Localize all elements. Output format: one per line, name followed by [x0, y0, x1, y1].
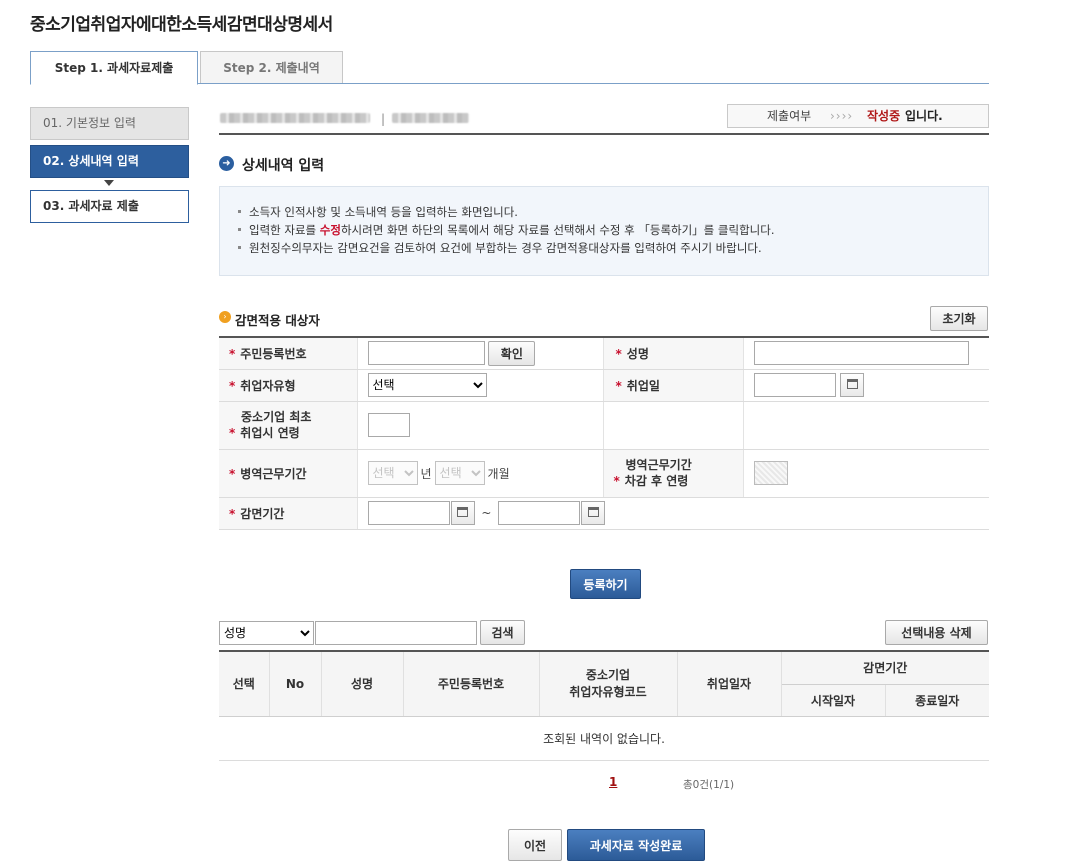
tab-step-1[interactable]: Step 1. 과세자료제출: [30, 51, 198, 85]
reset-button[interactable]: 초기화: [930, 306, 988, 331]
nav-item-basic-info[interactable]: 01. 기본정보 입력: [30, 107, 189, 140]
notice-text: 원천징수의무자는 감면요건을 검토하여 요건에 부합하는 경우 감면적용대상자를…: [249, 241, 762, 255]
info-divider: [219, 133, 989, 135]
emp-type-label: * 취업자유형: [219, 369, 357, 402]
arrow-circle-icon: ›: [219, 311, 231, 323]
emp-type-select[interactable]: 선택: [367, 373, 487, 397]
nav-item-submit[interactable]: 03. 과세자료 제출: [30, 190, 189, 223]
month-unit: 개월: [487, 466, 510, 481]
status-suffix: 입니다.: [905, 109, 943, 123]
empty-message: 조회된 내역이 없습니다.: [219, 716, 989, 761]
emp-date-label: * 취업일: [602, 369, 743, 402]
result-table: 선택 No 성명 주민등록번호 중소기업 취업자유형코드 취업일자 감면기간 시작…: [219, 650, 989, 761]
delete-selected-button[interactable]: 선택내용 삭제: [885, 620, 988, 645]
notice-text: 하시려면 화면 하단의 목록에서 해당 자료를 선택해서 수정 후 「등록하기」…: [340, 223, 775, 237]
info-separator: |: [381, 112, 386, 126]
page-number[interactable]: 1: [609, 775, 617, 789]
search-field-select[interactable]: 성명: [219, 621, 314, 645]
jumin-label: * 주민등록번호: [219, 337, 357, 370]
first-age-input[interactable]: [367, 413, 410, 437]
arrow-circle-icon: ➜: [219, 156, 234, 171]
emp-date-input[interactable]: [753, 373, 836, 397]
col-period: 감면기간: [781, 651, 989, 685]
page-title: 중소기업취업자에대한소득세감면대상명세서: [30, 15, 333, 35]
year-unit: 년: [420, 466, 432, 481]
col-name: 성명: [321, 651, 404, 717]
period-tilde: ~: [481, 506, 492, 520]
jumin-input[interactable]: [367, 341, 485, 366]
nav-item-detail-input[interactable]: 02. 상세내역 입력: [30, 145, 189, 178]
status-value: 작성중: [867, 109, 901, 123]
notice-line: 원천징수의무자는 감면요건을 검토하여 요건에 부합하는 경우 감면적용대상자를…: [238, 240, 988, 258]
col-emp-date: 취업일자: [677, 651, 782, 717]
col-end-date: 종료일자: [885, 684, 989, 717]
calendar-icon[interactable]: [450, 501, 475, 525]
name-label: * 성명: [602, 337, 743, 370]
status-label: 제출여부: [767, 109, 812, 123]
section-title: 상세내역 입력: [242, 158, 325, 174]
prev-button[interactable]: 이전: [508, 829, 562, 861]
military-year-select[interactable]: 선택: [367, 461, 418, 485]
first-age-label: 중소기업 최초 * 취업시 연령: [219, 401, 357, 450]
age-after-label: 병역근무기간 * 차감 후 연령: [602, 449, 743, 498]
register-button[interactable]: 등록하기: [570, 569, 641, 599]
tab-step-2[interactable]: Step 2. 제출내역: [200, 51, 343, 84]
search-input[interactable]: [315, 621, 477, 645]
calendar-icon[interactable]: [581, 501, 606, 525]
complete-button[interactable]: 과세자료 작성완료: [567, 829, 705, 861]
form-table: * 주민등록번호 확인 * 성명 * 취업자유형 선택 * 취업일 중소기업 최초 * 취…: [219, 336, 989, 530]
search-button[interactable]: 검색: [480, 620, 525, 645]
age-after-field: [753, 461, 788, 485]
page-info: 총0건(1/1): [683, 779, 735, 791]
submission-status: 제출여부 ›››› 작성중 입니다.: [727, 104, 989, 128]
col-no: No: [269, 651, 322, 717]
confirm-button[interactable]: 확인: [488, 340, 536, 366]
nav-arrow-icon: [104, 180, 114, 186]
redacted-company-name: [220, 113, 370, 123]
col-emp-type: 중소기업 취업자유형코드: [539, 651, 678, 717]
notice-text: 입력한 자료를: [249, 223, 320, 237]
col-select: 선택: [219, 651, 270, 717]
notice-line: 입력한 자료를 수정하시려면 화면 하단의 목록에서 해당 자료를 선택해서 수…: [238, 222, 988, 240]
bullet-icon: [238, 210, 241, 213]
redacted-business-number: [392, 113, 469, 123]
status-arrows-icon: ››››: [830, 109, 854, 123]
bullet-icon: [238, 228, 241, 231]
form-title: 감면적용 대상자: [235, 313, 320, 328]
calendar-icon[interactable]: [840, 373, 865, 397]
name-input[interactable]: [753, 341, 969, 366]
period-start-input[interactable]: [367, 501, 450, 525]
notice-line: 소득자 인적사항 및 소득내역 등을 입력하는 화면입니다.: [238, 204, 988, 222]
notice-box: 소득자 인적사항 및 소득내역 등을 입력하는 화면입니다. 입력한 자료를 수…: [219, 186, 989, 276]
period-end-input[interactable]: [498, 501, 581, 525]
col-start-date: 시작일자: [780, 684, 886, 717]
notice-text: 소득자 인적사항 및 소득내역 등을 입력하는 화면입니다.: [249, 205, 518, 219]
col-jumin: 주민등록번호: [403, 651, 540, 717]
bullet-icon: [238, 246, 241, 249]
notice-highlight: 수정: [319, 223, 341, 237]
military-label: * 병역근무기간: [219, 449, 357, 498]
military-month-select[interactable]: 선택: [434, 461, 485, 485]
period-label: * 감면기간: [219, 497, 357, 530]
